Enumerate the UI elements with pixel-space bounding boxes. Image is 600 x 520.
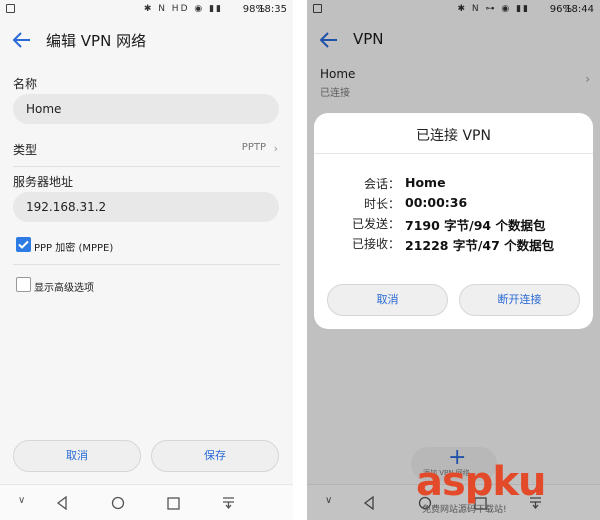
watermark-logo: aspku 免费网站源码下载站! (416, 460, 586, 516)
advanced-options-checkbox[interactable] (16, 277, 31, 292)
back-arrow-icon[interactable] (10, 28, 34, 52)
server-label: 服务器地址 (13, 175, 74, 189)
sent-value: 7190 字节/94 个数据包 (405, 218, 546, 233)
dialog-title: 已连接 VPN (416, 128, 491, 144)
ppp-encryption-checkbox[interactable] (16, 237, 31, 252)
duration-value: 00:00:36 (405, 195, 468, 210)
duration-row: 时长： 00:00:36 (314, 195, 593, 213)
disconnect-button[interactable]: 断开连接 (459, 284, 580, 316)
divider (314, 153, 593, 154)
chevron-down-icon[interactable]: ∨ (18, 495, 25, 506)
cancel-button[interactable]: 取消 (13, 440, 141, 472)
ppp-encryption-label: PPP 加密 (MPPE) (34, 243, 114, 254)
sent-label: 已发送： (351, 217, 400, 231)
save-button[interactable]: 保存 (151, 440, 279, 472)
type-value: PPTP (241, 142, 266, 153)
screen-gap (293, 0, 307, 520)
advanced-options-label: 显示高级选项 (34, 283, 94, 294)
divider (13, 166, 280, 167)
duration-label: 时长： (363, 197, 400, 211)
status-icons: ✱ N HD ◉ ▮▮ (143, 4, 223, 14)
name-label: 名称 (13, 77, 38, 91)
received-label: 已接收： (351, 237, 400, 251)
clock: 18:35 (258, 4, 287, 15)
type-label: 类型 (13, 143, 38, 157)
nav-home-icon[interactable] (111, 495, 125, 514)
edit-vpn-screen: ✱ N HD ◉ ▮▮ 98% 18:35 编辑 VPN 网络 名称 Home … (0, 0, 293, 520)
received-row: 已接收： 21228 字节/47 个数据包 (314, 235, 593, 253)
received-value: 21228 字节/47 个数据包 (405, 238, 555, 253)
system-nav-bar: ∨ (0, 484, 293, 520)
divider (13, 264, 280, 265)
sent-row: 已发送： 7190 字节/94 个数据包 (314, 215, 593, 233)
page-title: 编辑 VPN 网络 (46, 32, 147, 50)
chevron-right-icon: › (273, 142, 278, 155)
nav-recents-icon[interactable] (167, 495, 180, 514)
vpn-connected-dialog: 已连接 VPN 会话： Home 时长： 00:00:36 已发送： 7190 … (314, 113, 593, 329)
dialog-cancel-button[interactable]: 取消 (327, 284, 448, 316)
watermark-logo-text: aspku (416, 459, 547, 505)
watermark-tagline: 免费网站源码下载站! (422, 505, 507, 515)
session-label: 会话： (363, 177, 400, 191)
notification-icon (6, 4, 15, 13)
nav-menu-icon[interactable] (222, 495, 235, 514)
app-bar: 编辑 VPN 网络 (0, 20, 293, 60)
nav-back-icon[interactable] (56, 495, 68, 514)
status-bar: ✱ N HD ◉ ▮▮ 98% 18:35 (0, 0, 293, 20)
session-value: Home (405, 175, 446, 190)
type-row[interactable]: 类型 PPTP › (13, 138, 280, 162)
server-address-field[interactable]: 192.168.31.2 (13, 192, 279, 222)
name-field[interactable]: Home (13, 94, 279, 124)
vpn-screen: ✱ N ⊶ ◉ ▮▮ 96% 18:44 VPN Home 已连接 › + 添加… (307, 0, 600, 520)
session-row: 会话： Home (314, 175, 593, 193)
